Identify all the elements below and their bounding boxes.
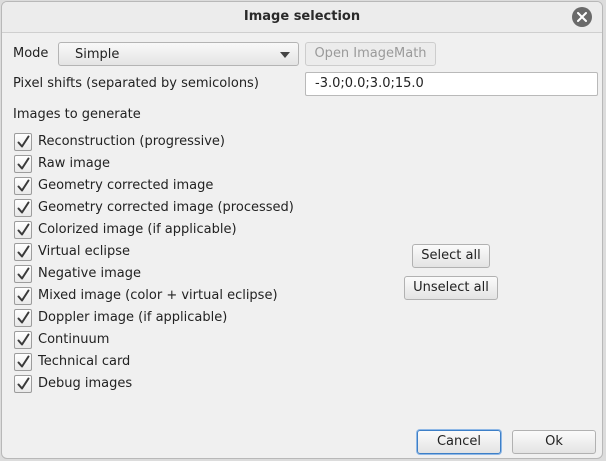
checkbox[interactable] [14,221,32,239]
mode-label: Mode [13,46,49,61]
select-all-button[interactable]: Select all [412,244,490,268]
checkbox[interactable] [14,265,32,283]
checkbox-label: Mixed image (color + virtual eclipse) [38,288,278,303]
checkbox[interactable] [14,199,32,217]
checkmark-icon [17,267,30,280]
checkbox-label: Technical card [38,354,131,369]
checkmark-icon [17,201,30,214]
checkmark-icon [17,311,30,324]
checkmark-icon [17,355,30,368]
checkbox-label: Negative image [38,266,141,281]
checkmark-icon [17,333,30,346]
checkbox-label: Raw image [38,156,110,171]
checkbox-label: Doppler image (if applicable) [38,310,228,325]
checkbox[interactable] [14,375,32,393]
checkmark-icon [17,179,30,192]
checkbox[interactable] [14,243,32,261]
checkmark-icon [17,289,30,302]
title-bar: Image selection [2,2,602,33]
checkbox[interactable] [14,331,32,349]
pixel-shifts-label: Pixel shifts (separated by semicolons) [13,76,259,91]
cancel-button[interactable]: Cancel [417,430,501,454]
checkmark-icon [17,377,30,390]
checkmark-icon [17,245,30,258]
checkbox[interactable] [14,155,32,173]
mode-selected-value: Simple [75,47,120,62]
ok-button[interactable]: Ok [512,430,596,454]
chevron-down-icon [280,52,290,58]
images-to-generate-heading: Images to generate [13,107,141,122]
checkbox-label: Colorized image (if applicable) [38,222,237,237]
image-selection-dialog: Image selection Mode Simple Open ImageMa… [1,1,603,459]
checkbox-label: Debug images [38,376,133,391]
pixel-shifts-input[interactable]: -3.0;0.0;3.0;15.0 [305,72,598,96]
checkbox[interactable] [14,309,32,327]
checkbox[interactable] [14,353,32,371]
checkbox-label: Continuum [38,332,110,347]
checkmark-icon [17,223,30,236]
checkbox-label: Reconstruction (progressive) [38,134,225,149]
checkbox[interactable] [14,287,32,305]
open-imagemath-button[interactable]: Open ImageMath [305,42,436,66]
close-icon[interactable] [572,7,592,27]
checkbox[interactable] [14,133,32,151]
checkbox-label: Virtual eclipse [38,244,131,259]
checkbox-label: Geometry corrected image [38,178,214,193]
checkbox[interactable] [14,177,32,195]
unselect-all-button[interactable]: Unselect all [404,276,498,300]
mode-select[interactable]: Simple [58,42,299,66]
dialog-title: Image selection [243,9,361,24]
checkmark-icon [17,157,30,170]
checkbox-label: Geometry corrected image (processed) [38,200,294,215]
checkmark-icon [17,135,30,148]
